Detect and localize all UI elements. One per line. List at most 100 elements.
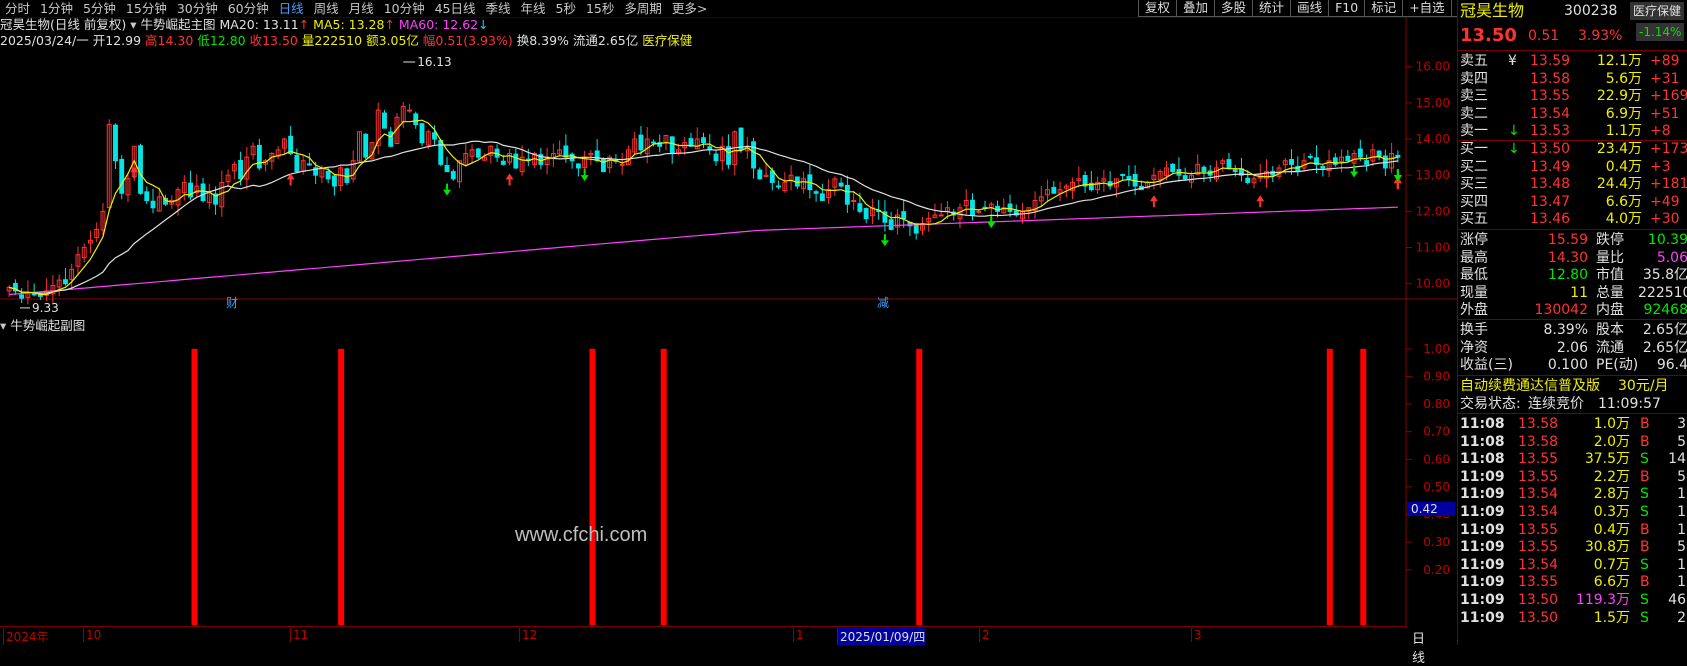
sub-collapse-icon[interactable]: ▾ (0, 318, 6, 333)
sub-chart-title[interactable]: 牛势崛起副图 (10, 318, 85, 333)
stat-key: 最低 (1460, 267, 1488, 284)
promo-text[interactable]: 自动续费通达信普及版 (1460, 377, 1600, 395)
sub-tick-label: 0.60 (1423, 452, 1450, 466)
event-marker-cai[interactable]: 财 (226, 296, 238, 310)
period-tab-13[interactable]: 5秒 (551, 0, 581, 17)
candle-body (1226, 159, 1232, 169)
period-tab-2[interactable]: 5分钟 (78, 0, 121, 17)
tick-row: 11:08 13.58 2.0万 B 5 (1458, 433, 1687, 451)
buy-arrow-icon (1149, 195, 1158, 208)
quote-price-row: 13.50 0.51 3.93% (1458, 27, 1687, 45)
candle-body (419, 123, 425, 144)
tick-row: 11:09 13.55 6.6万 B 1 (1458, 573, 1687, 591)
quote-header: 冠昊生物 300238 医疗保健 (1458, 2, 1687, 20)
kline-chart[interactable]: 16.00 15.00 14.00 13.00 12.00 11.00 10.00 16.13… (0, 17, 1457, 626)
order-volume: 12.1万 (1596, 53, 1642, 69)
period-tab-14[interactable]: 15秒 (581, 0, 619, 17)
tick-price: 13.55 (1518, 539, 1559, 556)
candle-body (757, 169, 763, 180)
period-tab-7[interactable]: 周线 (309, 0, 344, 17)
order-label: 买二 (1460, 158, 1488, 175)
period-tab-3[interactable]: 15分钟 (121, 0, 172, 17)
tick-volume: 2.0万 (1593, 433, 1630, 450)
order-price: 13.47 (1530, 193, 1571, 210)
finance-key: PE(动) (1596, 357, 1639, 374)
price-tick-label: 10.00 (1416, 277, 1450, 291)
toolbar-button-4[interactable]: 画线 (1290, 0, 1330, 17)
finance-key: 流通 (1596, 339, 1624, 356)
event-marker-jian[interactable]: 减 (877, 296, 889, 310)
date-axis-label: 2024年 (3, 628, 49, 645)
candle-body (819, 193, 825, 202)
toolbar-button-0[interactable]: 复权 (1138, 0, 1178, 17)
tick-time: 11:09 (1460, 609, 1505, 626)
stat-key: 跌停 (1596, 232, 1624, 248)
candle-body (113, 124, 118, 162)
period-tab-6[interactable]: 日线 (274, 0, 309, 17)
candle-body (388, 131, 394, 147)
tick-side: S (1640, 609, 1649, 626)
period-tab-12[interactable]: 年线 (516, 0, 551, 17)
candle-body (1289, 158, 1294, 165)
toolbar-button-5[interactable]: F10 (1328, 0, 1366, 17)
stock-name: 冠昊生物 (1460, 1, 1525, 20)
period-tab-8[interactable]: 月线 (344, 0, 379, 17)
tick-row: 11:09 13.55 2.2万 B 5 (1458, 468, 1687, 486)
candle-body (851, 200, 857, 203)
trade-status-time: 11:09:57 (1598, 396, 1661, 412)
date-axis-period[interactable]: 日线 (1412, 628, 1425, 666)
tick-volume: 1.5万 (1593, 609, 1630, 626)
order-book-row: 买三 13.48 24.4万 +181 (1458, 175, 1687, 193)
order-label: 买一 (1460, 141, 1488, 157)
sell-arrow-icon (580, 169, 589, 182)
finance-value: 0.100 (1547, 357, 1588, 374)
toolbar-button-3[interactable]: 统计 (1252, 0, 1292, 17)
period-tab-9[interactable]: 10分钟 (379, 0, 430, 17)
price-tick-label: 11.00 (1416, 241, 1450, 255)
stats-row: 外盘 130042 内盘 92468 (1458, 301, 1687, 319)
period-tab-4[interactable]: 30分钟 (172, 0, 223, 17)
period-tab-5[interactable]: 60分钟 (223, 0, 274, 17)
tick-count: 5 (1677, 433, 1686, 450)
candle-body (751, 141, 756, 169)
candle-body (407, 109, 412, 112)
signal-bar (660, 348, 667, 625)
sell-arrow-icon (987, 216, 996, 229)
order-delta: +89 (1650, 53, 1680, 69)
function-toolbar: 复权叠加多股统计画线F10标记+自选返回 (1138, 0, 1490, 17)
tick-side: B (1640, 433, 1650, 450)
toolbar-button-7[interactable]: +自选 (1402, 0, 1452, 17)
sector-button[interactable]: 医疗保健 (1630, 2, 1685, 20)
toolbar-button-1[interactable]: 叠加 (1176, 0, 1216, 17)
sell-arrow-icon (443, 183, 452, 196)
promo-price: 30元/月 (1618, 378, 1669, 394)
finance-key: 换手 (1460, 322, 1488, 338)
tick-volume: 0.4万 (1593, 521, 1630, 538)
period-tab-10[interactable]: 45日线 (430, 0, 481, 17)
stat-key: 市值 (1596, 267, 1624, 284)
toolbar-button-2[interactable]: 多股 (1214, 0, 1254, 17)
candle-body (776, 185, 782, 188)
tick-count: 14 (1668, 451, 1686, 468)
candle-body (450, 171, 456, 180)
sell-arrow-icon (880, 234, 889, 247)
candle-body (575, 163, 581, 169)
stat-value: 130042 (1534, 302, 1588, 319)
candle-body (200, 183, 206, 202)
period-tab-16[interactable]: 更多> (667, 0, 712, 17)
finance-key: 股本 (1596, 322, 1624, 338)
period-tab-11[interactable]: 季线 (481, 0, 516, 17)
candle-body (857, 203, 863, 212)
order-price: 13.48 (1530, 176, 1571, 193)
order-price: 13.50 (1530, 141, 1571, 157)
candle-body (444, 165, 450, 173)
period-tab-1[interactable]: 1分钟 (35, 0, 78, 17)
period-tab-0[interactable]: 分时 (0, 0, 35, 17)
tick-side: B (1640, 574, 1650, 591)
signal-bar (916, 348, 923, 625)
finance-row: 收益(三) 0.100 PE(动) 96.4 (1458, 356, 1687, 374)
period-tab-15[interactable]: 多周期 (619, 0, 667, 17)
order-mark: ↓ (1508, 141, 1520, 157)
tick-price: 13.54 (1518, 556, 1559, 573)
toolbar-button-6[interactable]: 标记 (1364, 0, 1404, 17)
